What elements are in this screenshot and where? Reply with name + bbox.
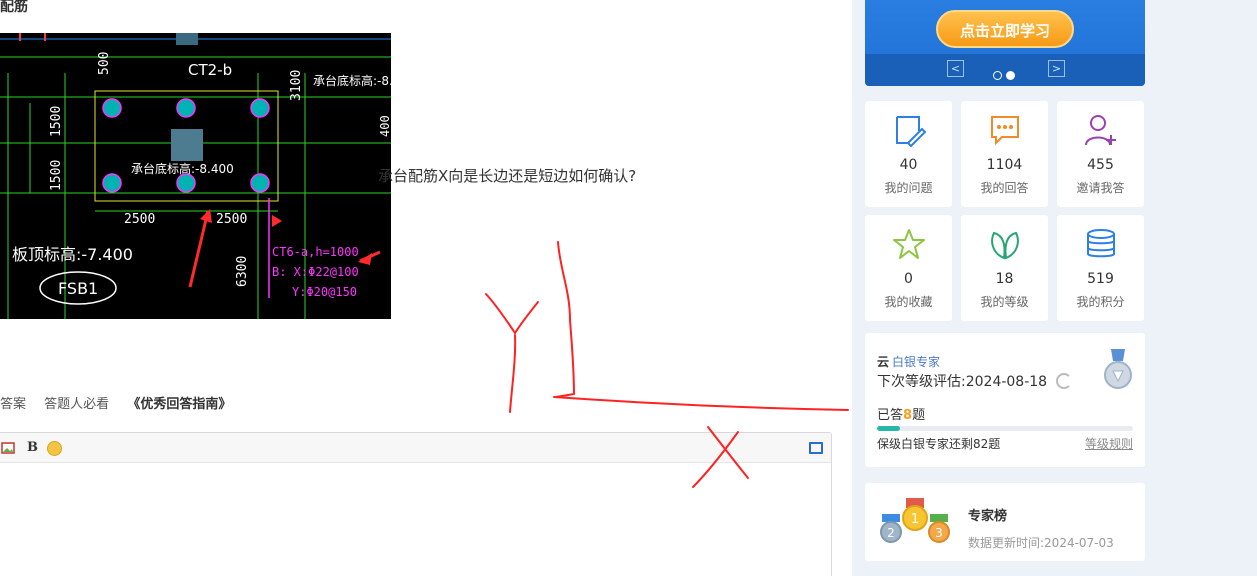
- cad-label-fsb: FSB1: [58, 279, 98, 298]
- answered-suffix: 题: [912, 408, 926, 423]
- cad-dim-1500-top: 1500: [49, 106, 64, 137]
- insert-image-icon[interactable]: [1, 441, 15, 455]
- fullscreen-icon[interactable]: [809, 442, 823, 454]
- stat-label: 我的收藏: [884, 295, 933, 309]
- cad-dim-1500-bottom: 1500: [49, 160, 64, 191]
- banner-dots: [993, 65, 1019, 84]
- question-text: 承台配筋X向是长边还是短边如何确认?: [378, 167, 637, 185]
- level-rules-link[interactable]: 等级规则: [1085, 435, 1133, 452]
- emoji-icon[interactable]: [47, 441, 62, 456]
- banner-dot-1[interactable]: [993, 71, 1002, 80]
- cad-label-by: Y:Φ20@150: [292, 285, 357, 299]
- answer-guidelines: 答案 答题人必看 《优秀回答指南》: [0, 393, 245, 412]
- answer-label: 答案: [0, 397, 27, 412]
- leaf-icon: [991, 231, 1019, 260]
- cloud-mark-icon: 云: [877, 355, 890, 369]
- cad-dim-2500-right: 2500: [216, 212, 247, 227]
- editor-text-area[interactable]: [0, 463, 831, 576]
- next-evaluation: 下次等级评估:2024-08-18: [877, 374, 1048, 390]
- banner-dot-2[interactable]: [1006, 71, 1015, 80]
- edit-icon: [896, 116, 926, 147]
- banner-next-icon[interactable]: >: [1048, 60, 1065, 77]
- editor-toolbar: B: [0, 433, 831, 463]
- level-badge: 云白银专家: [877, 353, 940, 370]
- level-progress-bar: [877, 426, 1133, 431]
- stat-label: 我的积分: [1076, 295, 1125, 309]
- cad-label-ct2: CT2-b: [188, 61, 232, 79]
- stat-invited[interactable]: 455 邀请我答: [1057, 101, 1144, 207]
- cad-dim-400: 400: [378, 115, 391, 137]
- stat-label: 邀请我答: [1076, 181, 1125, 195]
- stat-label: 我的回答: [980, 181, 1029, 195]
- answered-number: 8: [903, 408, 913, 423]
- expert-ranking-card[interactable]: 2 1 3 专家榜 数据更新时间:2024-07-03: [865, 483, 1145, 561]
- cad-label-bx: B: X:Φ22@100: [272, 265, 359, 279]
- stat-points[interactable]: 519 我的积分: [1057, 215, 1144, 321]
- cad-dim-2500-left: 2500: [124, 212, 155, 227]
- remaining-text: 保级白银专家还剩82题: [877, 437, 1001, 451]
- cad-label-slab-elev: 板顶标高:-7.400: [12, 245, 133, 264]
- medal-1-label: 1: [911, 512, 919, 527]
- banner-prev-icon[interactable]: <: [947, 60, 964, 77]
- star-icon: [893, 229, 925, 259]
- bold-button[interactable]: B: [27, 440, 38, 455]
- ranking-title: 专家榜: [968, 509, 1008, 524]
- sidebar: 点击立即学习 < > 40 我的问题 1104 我的回答 455 邀请我答 0 …: [852, 0, 1257, 576]
- answer-editor[interactable]: B: [0, 432, 832, 576]
- stat-count: 519: [1087, 271, 1114, 287]
- coins-icon: [1087, 229, 1115, 258]
- stat-level[interactable]: 18 我的等级: [961, 215, 1048, 321]
- medal-2-label: 2: [887, 526, 895, 540]
- stat-my-answers[interactable]: 1104 我的回答: [961, 101, 1048, 207]
- stat-count: 455: [1087, 157, 1114, 173]
- level-progress-fill: [877, 426, 901, 431]
- answered-prefix: 已答: [877, 408, 904, 423]
- stat-favorites[interactable]: 0 我的收藏: [865, 215, 952, 321]
- learn-now-button[interactable]: 点击立即学习: [936, 10, 1074, 48]
- level-name[interactable]: 白银专家: [892, 355, 940, 369]
- stat-count: 0: [904, 271, 913, 287]
- cad-label-mid-elev: 承台底标高:-8.400: [131, 161, 234, 176]
- cad-dim-6300: 6300: [235, 256, 250, 287]
- cad-dim-3100: 3100: [289, 70, 304, 101]
- stat-count: 18: [995, 271, 1014, 287]
- promo-banner[interactable]: 点击立即学习 < >: [865, 0, 1145, 86]
- answer-guide-link[interactable]: 《优秀回答指南》: [127, 397, 231, 412]
- cad-drawing: 500 CT2-b 3100 承台底标高:-8.75 1500 1500 400…: [0, 33, 391, 319]
- stat-count: 1104: [986, 157, 1023, 173]
- silver-medal-icon: [1104, 349, 1132, 389]
- cad-dim-500: 500: [97, 52, 112, 75]
- chat-icon: [991, 116, 1019, 146]
- stat-my-questions[interactable]: 40 我的问题: [865, 101, 952, 207]
- ranking-medals-icon: 2 1 3: [880, 498, 950, 543]
- cad-label-top-elev: 承台底标高:-8.75: [313, 73, 391, 88]
- main-content: 配筋 500 CT2-b 3100 承台底标高:-8 1500 1500 400…: [0, 0, 852, 576]
- add-user-icon: [1085, 115, 1116, 146]
- cad-drawing-image[interactable]: 500 CT2-b 3100 承台底标高:-8.75 1500 1500 400…: [0, 33, 391, 319]
- stat-label: 我的问题: [884, 181, 933, 195]
- section-title: 配筋: [0, 0, 28, 15]
- stat-count: 40: [899, 157, 918, 173]
- answered-count: 已答8题: [877, 404, 925, 423]
- ranking-updated: 数据更新时间:2024-07-03: [968, 536, 1114, 550]
- refresh-icon[interactable]: [1056, 373, 1072, 389]
- medal-3-label: 3: [935, 526, 943, 540]
- stat-label: 我的等级: [980, 295, 1029, 309]
- must-read-label: 答题人必看: [44, 397, 110, 412]
- expert-level-card: 云白银专家 下次等级评估:2024-08-18 已答8题 保级白银专家还剩82题…: [865, 333, 1145, 467]
- cad-label-ct6: CT6-a,h=1000: [272, 245, 359, 259]
